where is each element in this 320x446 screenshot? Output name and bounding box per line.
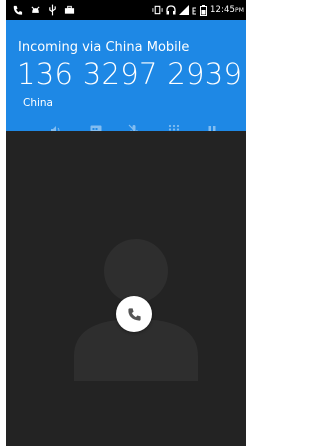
call-header: Incoming via China Mobile 136 3297 2939 … <box>6 20 246 137</box>
caller-location: China <box>23 97 53 109</box>
answer-call-button[interactable] <box>116 296 152 332</box>
network-e-icon <box>192 7 196 15</box>
vibrate-icon <box>152 5 163 15</box>
incoming-label: Incoming via China Mobile <box>18 40 190 55</box>
usb-debug-icon <box>31 5 40 13</box>
missed-call-icon <box>13 5 23 15</box>
battery-icon <box>200 4 207 16</box>
caller-number: 136 3297 2939 <box>17 57 243 91</box>
status-bar: 12:45PM <box>6 0 246 20</box>
signal-icon <box>179 5 189 15</box>
phone-icon <box>127 307 141 321</box>
phone-screen: 12:45PM Incoming via China Mobile 136 32… <box>6 0 246 446</box>
headset-icon <box>166 5 176 15</box>
status-time: 12:45PM <box>210 5 244 15</box>
usb-icon <box>49 4 56 16</box>
suitcase-icon <box>64 5 75 14</box>
status-ampm: PM <box>235 7 244 14</box>
call-body <box>6 131 246 446</box>
